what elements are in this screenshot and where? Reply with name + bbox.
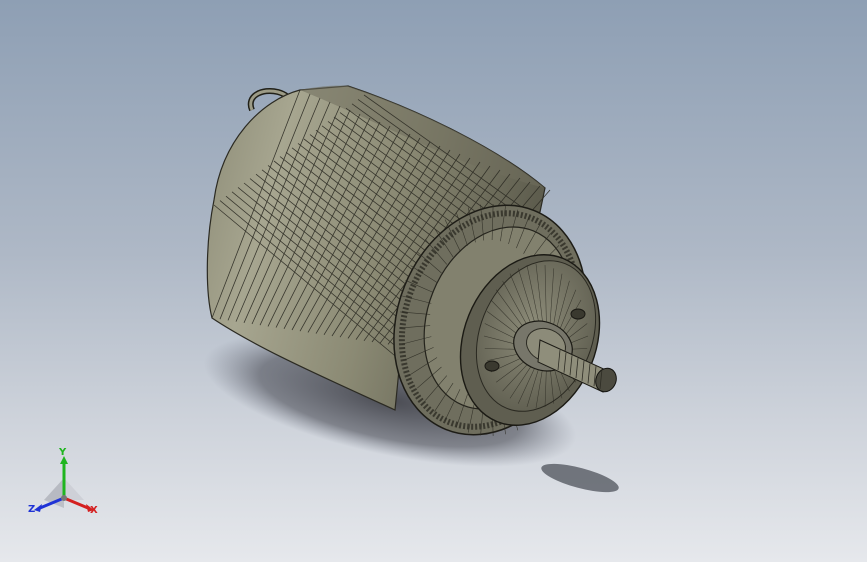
orientation-triad[interactable]: Y X Z xyxy=(22,448,112,523)
z-axis-label: Z xyxy=(28,504,36,515)
y-axis-label: Y xyxy=(59,447,67,458)
graphics-viewport[interactable]: Y X Z xyxy=(0,0,867,562)
axis-triad-icon xyxy=(34,456,94,512)
motor-3d-model[interactable] xyxy=(0,0,867,562)
x-axis-label: X xyxy=(90,505,98,516)
